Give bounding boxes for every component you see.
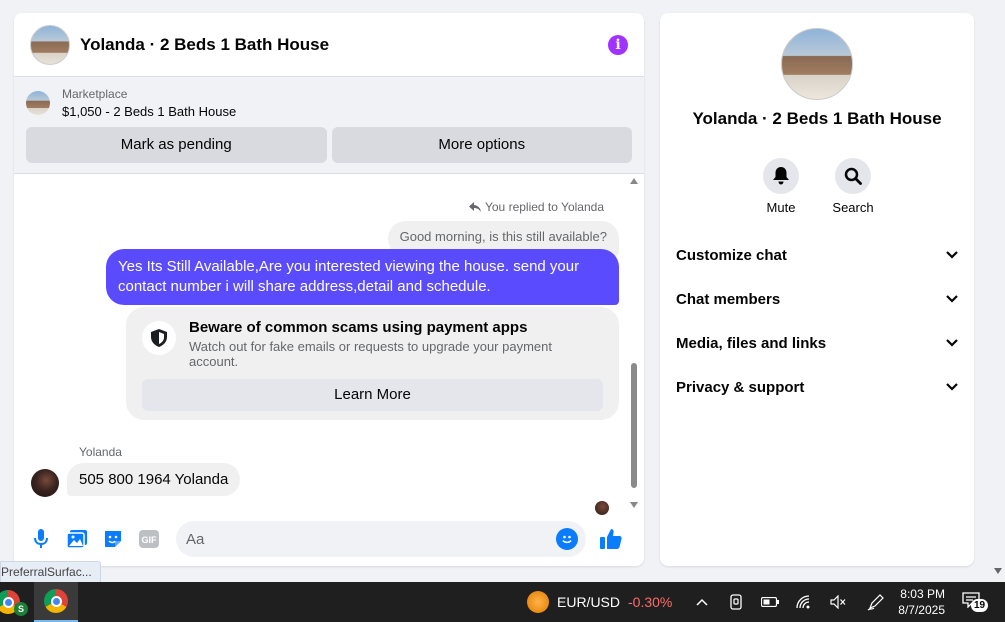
chevron-up-icon[interactable]: [692, 592, 712, 612]
reply-note-text: You replied to Yolanda: [484, 200, 604, 214]
system-tray: [692, 582, 886, 622]
incoming-message[interactable]: 505 800 1964 Yolanda: [67, 463, 241, 496]
volume-muted-icon[interactable]: [828, 592, 848, 612]
listing-thumbnail[interactable]: [26, 91, 50, 115]
status-tooltip: PreferralSurfac...: [0, 561, 101, 583]
chat-title[interactable]: Yolanda · 2 Beds 1 Bath House: [80, 35, 608, 55]
notification-center-icon[interactable]: 19: [962, 592, 989, 612]
currency-pair: EUR/USD: [557, 594, 621, 610]
sender-name: Yolanda: [79, 445, 122, 459]
scam-warning-card: Beware of common scams using payment app…: [126, 307, 619, 420]
section-media-files-links[interactable]: Media, files and links: [660, 321, 974, 365]
scroll-up-arrow-icon[interactable]: [630, 178, 638, 184]
wifi-icon[interactable]: [794, 592, 814, 612]
outgoing-message[interactable]: Yes Its Still Available,Are you interest…: [106, 249, 619, 305]
message-list[interactable]: You replied to Yolanda Good morning, is …: [14, 176, 644, 516]
clock[interactable]: 8:03 PM 8/7/2025: [890, 586, 945, 618]
chevron-down-icon: [946, 295, 958, 303]
clock-date: 8/7/2025: [898, 603, 945, 617]
chevron-down-icon: [946, 339, 958, 347]
taskbar-chrome-profile-s[interactable]: S: [0, 582, 28, 622]
reply-note: You replied to Yolanda: [468, 200, 604, 214]
search-label: Search: [832, 200, 874, 215]
scroll-down-arrow-icon[interactable]: [630, 502, 638, 508]
microphone-icon[interactable]: [26, 524, 56, 554]
bell-icon[interactable]: [763, 158, 799, 194]
section-privacy-support[interactable]: Privacy & support: [660, 365, 974, 409]
listing-title[interactable]: $1,050 - 2 Beds 1 Bath House: [62, 104, 236, 119]
stock-widget[interactable]: EUR/USD -0.30%: [527, 582, 672, 622]
chrome-icon: [44, 589, 68, 613]
search-icon[interactable]: [835, 158, 871, 194]
like-icon[interactable]: [596, 524, 626, 554]
chat-panel: Yolanda · 2 Beds 1 Bath House i Marketpl…: [14, 13, 644, 566]
profile-badge: S: [14, 602, 28, 616]
message-scrollbar[interactable]: [629, 178, 639, 508]
currency-change: -0.30%: [628, 594, 673, 610]
meet-now-icon[interactable]: [726, 592, 746, 612]
mute-button[interactable]: Mute: [763, 158, 799, 215]
emoji-icon[interactable]: [556, 528, 578, 550]
message-input[interactable]: [186, 530, 556, 548]
seen-indicator-avatar: [595, 501, 609, 515]
chevron-down-icon: [946, 383, 958, 391]
section-chat-members[interactable]: Chat members: [660, 277, 974, 321]
composer: GIF: [14, 516, 644, 562]
section-customize-chat[interactable]: Customize chat: [660, 233, 974, 277]
mute-label: Mute: [766, 200, 796, 215]
notification-count-badge: 19: [971, 599, 989, 612]
section-label: Customize chat: [676, 246, 787, 264]
sender-avatar[interactable]: [31, 469, 59, 497]
page-scroll-down-icon[interactable]: [994, 568, 1002, 574]
reply-arrow-icon: [468, 202, 481, 212]
chat-avatar[interactable]: [30, 24, 70, 65]
section-label: Media, files and links: [676, 334, 827, 352]
gif-icon[interactable]: GIF: [134, 524, 164, 554]
coin-stack-icon: [527, 591, 549, 613]
pen-icon[interactable]: [866, 592, 886, 612]
marketplace-bar: Marketplace $1,050 - 2 Beds 1 Bath House…: [14, 77, 644, 174]
conversation-title: Yolanda · 2 Beds 1 Bath House: [692, 109, 942, 128]
message-input-wrapper: [176, 521, 586, 557]
more-options-button[interactable]: More options: [331, 127, 632, 163]
clock-time: 8:03 PM: [900, 587, 945, 601]
section-label: Chat members: [676, 290, 781, 308]
conversation-info-panel: Yolanda · 2 Beds 1 Bath House Mute Searc…: [660, 13, 974, 566]
scam-warning-subtitle: Watch out for fake emails or requests to…: [189, 339, 552, 369]
chevron-down-icon: [946, 251, 958, 259]
sticker-icon[interactable]: [98, 524, 128, 554]
info-icon[interactable]: i: [608, 34, 628, 55]
shield-icon: [142, 321, 176, 355]
marketplace-label: Marketplace: [62, 87, 128, 101]
scam-warning-title: Beware of common scams using payment app…: [189, 319, 528, 336]
taskbar-chrome-active[interactable]: [34, 582, 78, 622]
chat-header: Yolanda · 2 Beds 1 Bath House i: [14, 13, 644, 77]
search-button[interactable]: Search: [832, 158, 874, 215]
scroll-thumb[interactable]: [631, 363, 637, 488]
conversation-avatar[interactable]: [781, 28, 853, 100]
learn-more-button[interactable]: Learn More: [142, 379, 603, 411]
taskbar: S EUR/USD -0.30% 8:03 PM 8/7/2025 19: [0, 582, 1005, 622]
gif-icon-label: GIF: [142, 535, 158, 545]
mark-as-pending-button[interactable]: Mark as pending: [26, 127, 327, 163]
photo-icon[interactable]: [62, 524, 92, 554]
battery-icon[interactable]: [760, 592, 780, 612]
section-label: Privacy & support: [676, 378, 805, 396]
